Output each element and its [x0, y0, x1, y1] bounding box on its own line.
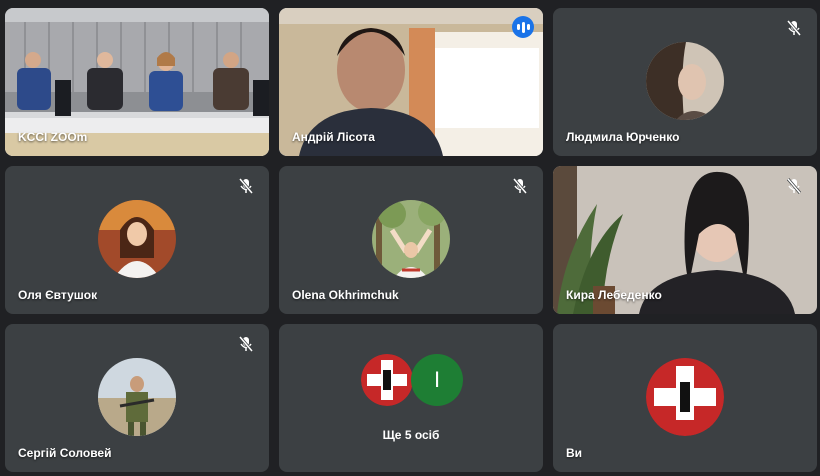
emblem-avatar [361, 354, 413, 406]
more-participants-tile[interactable]: I Ще 5 осіб [279, 324, 543, 472]
participant-tile-olena-okhrimchuk[interactable]: Olena Okhrimchuk [279, 166, 543, 314]
participant-grid: KCCI ZOOm Андрій Лісота Людмила Юрченко [5, 8, 817, 472]
mic-off-icon[interactable] [509, 175, 531, 197]
participant-tile-andrii-lisota[interactable]: Андрій Лісота [279, 8, 543, 156]
avatar [646, 42, 724, 120]
mic-off-icon[interactable] [235, 175, 257, 197]
participant-tile-olia-yevtushok[interactable]: Оля Євтушок [5, 166, 269, 314]
avatar [98, 358, 176, 436]
letter-avatar: I [411, 354, 463, 406]
audio-wave-icon [512, 16, 534, 38]
participant-name: Кира Лебеденко [566, 288, 662, 302]
participant-name: Андрій Лісота [292, 130, 375, 144]
participant-tile-kcci-zoom[interactable]: KCCI ZOOm [5, 8, 269, 156]
participant-name: Olena Okhrimchuk [292, 288, 399, 302]
emblem-avatar [646, 358, 724, 436]
participant-name: Оля Євтушок [18, 288, 98, 302]
participant-name: Людмила Юрченко [566, 130, 680, 144]
participant-name: KCCI ZOOm [18, 130, 88, 144]
participant-tile-self[interactable]: Ви [553, 324, 817, 472]
avatar [372, 200, 450, 278]
participant-tile-liudmyla-yurchenko[interactable]: Людмила Юрченко [553, 8, 817, 156]
participant-name: Сергій Соловей [18, 446, 112, 460]
participant-tile-serhii-solovei[interactable]: Сергій Соловей [5, 324, 269, 472]
mic-off-icon[interactable] [235, 333, 257, 355]
mic-off-icon[interactable] [783, 175, 805, 197]
more-participants-label: Ще 5 осіб [382, 428, 440, 442]
avatar [98, 200, 176, 278]
participant-tile-kyra-lebedenko[interactable]: Кира Лебеденко [553, 166, 817, 314]
participant-name: Ви [566, 446, 583, 460]
mic-off-icon[interactable] [783, 17, 805, 39]
